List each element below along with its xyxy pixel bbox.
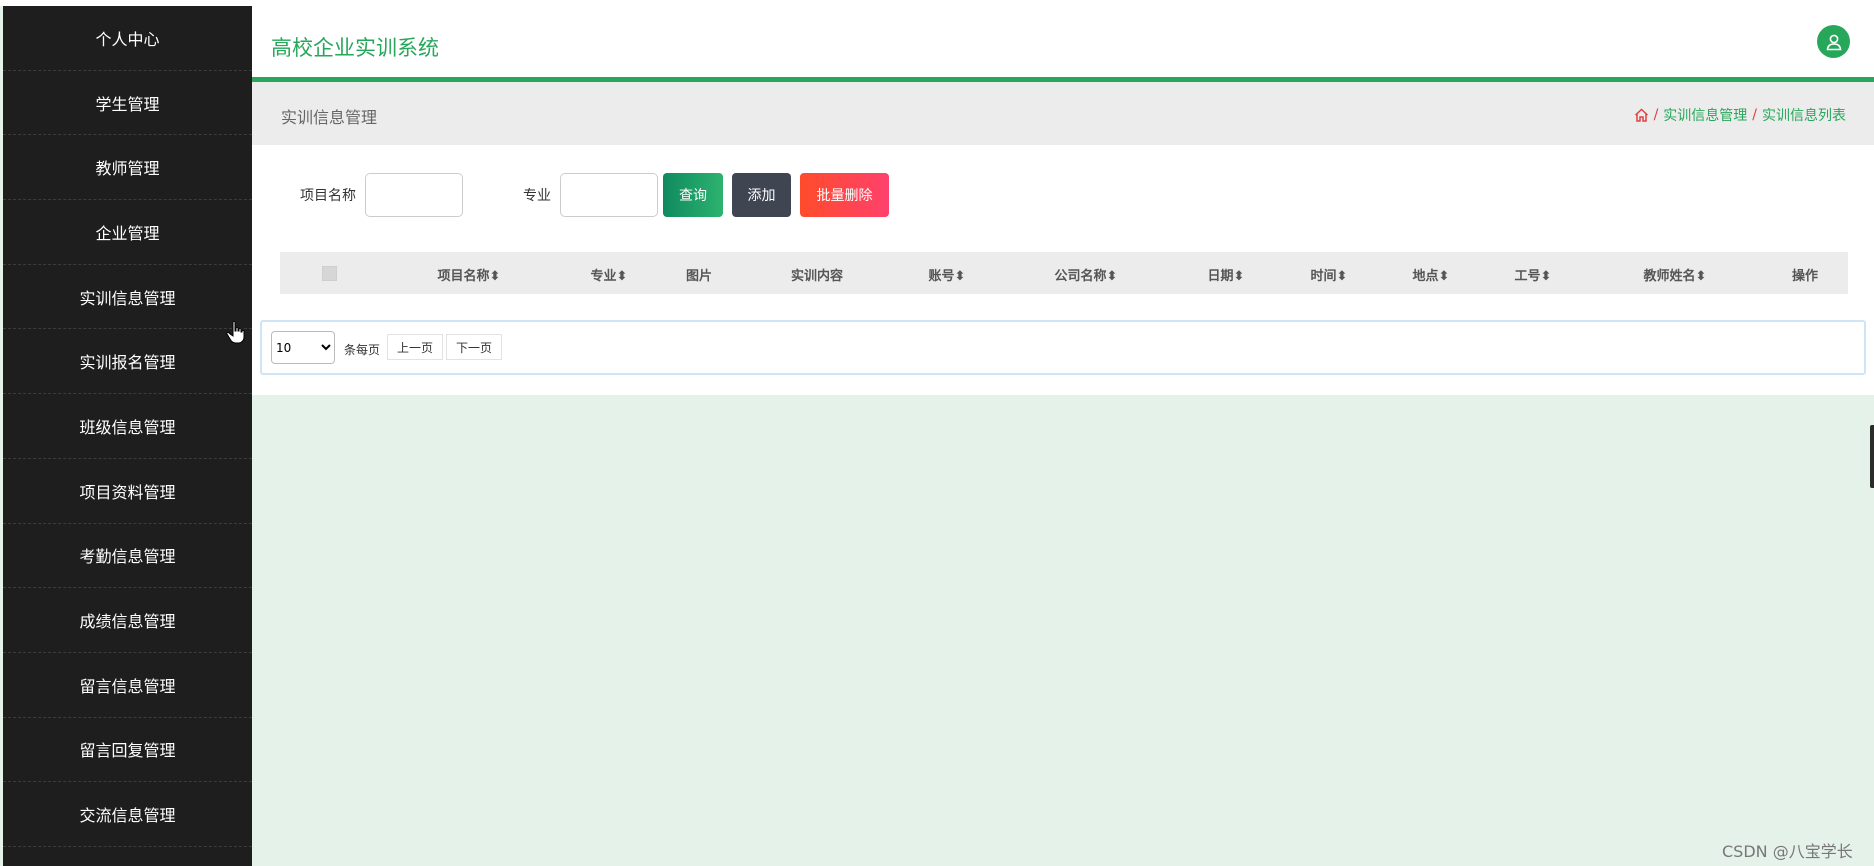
breadcrumb-item-training-info[interactable]: 实训信息管理	[1663, 105, 1747, 125]
sidebar-item-companies[interactable]: 企业管理	[3, 200, 252, 265]
page-size-select[interactable]: 10	[271, 331, 335, 364]
sort-icon: ⬍	[1233, 269, 1245, 284]
sort-icon: ⬍	[1336, 269, 1348, 284]
sidebar-item-grades[interactable]: 成绩信息管理	[3, 588, 252, 653]
breadcrumb-item-training-list: 实训信息列表	[1762, 108, 1846, 124]
sidebar-item-training-info[interactable]: 实训信息管理	[3, 265, 252, 330]
column-header: 操作	[1791, 269, 1819, 284]
column-header[interactable]: 账号⬍	[929, 265, 966, 284]
avatar[interactable]	[1817, 25, 1850, 58]
project-name-label: 项目名称	[300, 188, 356, 204]
sidebar-item-class-info[interactable]: 班级信息管理	[3, 394, 252, 459]
scrollbar-thumb[interactable]	[1870, 425, 1874, 488]
user-icon	[1826, 34, 1841, 50]
hand-cursor-icon	[226, 320, 245, 344]
app-title: 高校企业实训系统	[271, 36, 439, 60]
project-name-input[interactable]	[365, 173, 463, 217]
column-header: 实训内容	[790, 269, 844, 284]
table-header: 项目名称⬍ 专业⬍ 图片 实训内容 账号⬍ 公司名称⬍ 日期⬍ 时间⬍ 地点⬍ …	[280, 252, 1848, 294]
header: 高校企业实训系统	[252, 6, 1874, 82]
sidebar-item-attendance[interactable]: 考勤信息管理	[3, 524, 252, 589]
column-header: 图片	[685, 269, 713, 284]
sidebar-item-teachers[interactable]: 教师管理	[3, 135, 252, 201]
major-label: 专业	[523, 188, 551, 204]
sort-icon: ⬍	[1695, 269, 1707, 284]
sidebar-item-students[interactable]: 学生管理	[3, 71, 252, 136]
breadcrumb: / 实训信息管理 / 实训信息列表	[1634, 105, 1846, 125]
sidebar-item-messages[interactable]: 留言信息管理	[3, 653, 252, 718]
sidebar-item-personal-center[interactable]: 个人中心	[3, 6, 252, 71]
sort-icon: ⬍	[489, 269, 501, 284]
batch-delete-button[interactable]: 批量删除	[800, 173, 889, 217]
select-all-checkbox[interactable]	[322, 266, 337, 281]
column-header[interactable]: 教师姓名⬍	[1644, 265, 1707, 284]
sidebar-item-message-replies[interactable]: 留言回复管理	[3, 718, 252, 783]
breadcrumb-separator: /	[1653, 107, 1659, 123]
sidebar-item-project-materials[interactable]: 项目资料管理	[3, 459, 252, 524]
home-icon[interactable]	[1634, 108, 1649, 122]
sort-icon: ⬍	[954, 269, 966, 284]
sidebar-item-exchange-info[interactable]: 交流信息管理	[3, 782, 252, 847]
per-page-text: 条每页	[344, 343, 381, 357]
add-button[interactable]: 添加	[732, 173, 791, 217]
query-button[interactable]: 查询	[663, 173, 723, 217]
sort-icon: ⬍	[1540, 269, 1552, 284]
major-input[interactable]	[560, 173, 658, 217]
column-header[interactable]: 项目名称⬍	[438, 265, 501, 284]
sidebar: 个人中心 学生管理 教师管理 企业管理 实训信息管理 实训报名管理 班级信息管理…	[3, 6, 252, 866]
column-header[interactable]: 地点⬍	[1413, 265, 1450, 284]
sort-icon: ⬍	[616, 269, 628, 284]
pagination: 10 条每页 上一页 下一页	[260, 320, 1866, 375]
sidebar-item-training-signup[interactable]: 实训报名管理	[3, 329, 252, 395]
watermark: CSDN @八宝学长	[1722, 842, 1853, 861]
next-page-button[interactable]: 下一页	[446, 334, 503, 360]
column-header[interactable]: 公司名称⬍	[1055, 265, 1118, 284]
page-title: 实训信息管理	[281, 108, 378, 127]
column-header[interactable]: 日期⬍	[1208, 265, 1245, 284]
sort-icon: ⬍	[1438, 269, 1450, 284]
column-header[interactable]: 专业⬍	[591, 265, 628, 284]
content-panel: 项目名称 专业 查询 添加 批量删除 项目名称⬍ 专业⬍ 图片 实训内容 账号⬍…	[252, 145, 1874, 395]
prev-page-button[interactable]: 上一页	[387, 334, 444, 360]
main-area: 高校企业实训系统 实训信息管理 / 实训信息管理 / 实训信息列表 项目名称 专…	[252, 6, 1874, 866]
page-title-bar: 实训信息管理 / 实训信息管理 / 实训信息列表	[252, 82, 1874, 145]
sort-icon: ⬍	[1106, 269, 1118, 284]
column-header[interactable]: 时间⬍	[1311, 265, 1348, 284]
column-header[interactable]: 工号⬍	[1515, 265, 1552, 284]
breadcrumb-separator: /	[1752, 107, 1757, 123]
